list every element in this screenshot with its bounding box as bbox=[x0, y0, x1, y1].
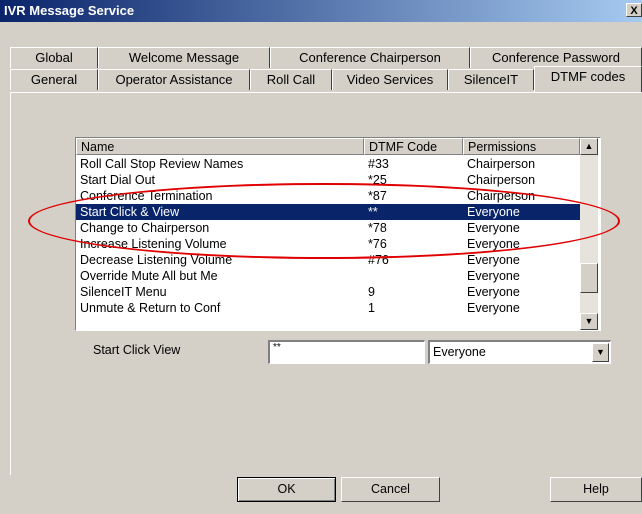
table-row[interactable]: Unmute & Return to Conf 1 Everyone bbox=[76, 300, 580, 316]
scroll-up-button[interactable]: ▲ bbox=[580, 138, 598, 155]
table-row[interactable]: Override Mute All but Me Everyone bbox=[76, 268, 580, 284]
cell-code: 1 bbox=[368, 301, 375, 315]
table-row[interactable]: Start Dial Out *25 Chairperson bbox=[76, 172, 580, 188]
table-row[interactable]: Start Click & View ** Everyone bbox=[76, 204, 580, 220]
cell-code: *87 bbox=[368, 189, 387, 203]
cell-code: 9 bbox=[368, 285, 375, 299]
cell-name: SilenceIT Menu bbox=[80, 285, 167, 299]
permission-select[interactable]: Everyone ▼ bbox=[428, 340, 611, 364]
tab-operator-assistance[interactable]: Operator Assistance bbox=[98, 69, 250, 90]
title-bar: IVR Message Service X bbox=[0, 0, 642, 22]
cell-code: #76 bbox=[368, 253, 389, 267]
tab-global[interactable]: Global bbox=[10, 47, 98, 68]
window-title: IVR Message Service bbox=[4, 3, 135, 18]
selected-item-label: Start Click View bbox=[93, 343, 181, 357]
tab-video-services[interactable]: Video Services bbox=[332, 69, 448, 90]
help-button[interactable]: Help bbox=[550, 477, 642, 502]
permission-select-value: Everyone bbox=[433, 345, 486, 359]
cell-name: Change to Chairperson bbox=[80, 221, 210, 235]
cell-name: Increase Listening Volume bbox=[80, 237, 227, 251]
cell-name: Roll Call Stop Review Names bbox=[80, 157, 244, 171]
tab-roll-call[interactable]: Roll Call bbox=[250, 69, 332, 90]
cell-name: Unmute & Return to Conf bbox=[80, 301, 221, 315]
cell-perm: Everyone bbox=[467, 253, 520, 267]
vertical-scrollbar[interactable]: ▲ ▼ bbox=[580, 138, 598, 330]
cell-name: Override Mute All but Me bbox=[80, 269, 218, 283]
tab-silenceit[interactable]: SilenceIT bbox=[448, 69, 534, 90]
cell-perm: Everyone bbox=[467, 205, 520, 219]
cell-perm: Everyone bbox=[467, 237, 520, 251]
cell-code: *76 bbox=[368, 237, 387, 251]
table-row[interactable]: Decrease Listening Volume #76 Everyone bbox=[76, 252, 580, 268]
table-row[interactable]: SilenceIT Menu 9 Everyone bbox=[76, 284, 580, 300]
cell-name: Conference Termination bbox=[80, 189, 213, 203]
table-row[interactable]: Conference Termination *87 Chairperson bbox=[76, 188, 580, 204]
cell-code: #33 bbox=[368, 157, 389, 171]
cell-perm: Everyone bbox=[467, 285, 520, 299]
chevron-down-icon[interactable]: ▼ bbox=[592, 343, 609, 362]
cell-perm: Chairperson bbox=[467, 157, 536, 171]
table-row[interactable]: Increase Listening Volume *76 Everyone bbox=[76, 236, 580, 252]
cell-perm: Everyone bbox=[467, 301, 520, 315]
cell-code: *25 bbox=[368, 173, 387, 187]
dtmf-code-field[interactable]: ** bbox=[268, 340, 425, 364]
scroll-thumb[interactable] bbox=[580, 263, 598, 293]
cancel-button[interactable]: Cancel bbox=[341, 477, 440, 502]
cell-perm: Chairperson bbox=[467, 189, 536, 203]
scroll-down-button[interactable]: ▼ bbox=[580, 313, 598, 330]
tab-welcome-message[interactable]: Welcome Message bbox=[98, 47, 270, 68]
tab-general[interactable]: General bbox=[10, 69, 98, 90]
close-button[interactable]: X bbox=[626, 3, 642, 17]
cell-name: Start Click & View bbox=[80, 205, 180, 219]
cell-name: Decrease Listening Volume bbox=[80, 253, 233, 267]
table-row[interactable]: Change to Chairperson *78 Everyone bbox=[76, 220, 580, 236]
dtmf-list[interactable]: Name DTMF Code Permissions Roll Call Sto… bbox=[75, 137, 601, 331]
ivr-dialog: IVR Message Service X Global Welcome Mes… bbox=[0, 0, 642, 514]
column-header-name[interactable]: Name bbox=[76, 138, 364, 155]
cell-perm: Chairperson bbox=[467, 173, 536, 187]
tab-dtmf-codes[interactable]: DTMF codes bbox=[534, 66, 642, 93]
cell-code: *78 bbox=[368, 221, 387, 235]
cell-perm: Everyone bbox=[467, 221, 520, 235]
column-header-dtmf-code[interactable]: DTMF Code bbox=[364, 138, 463, 155]
cell-perm: Everyone bbox=[467, 269, 520, 283]
cell-code: ** bbox=[368, 205, 378, 219]
tab-conference-chairperson[interactable]: Conference Chairperson bbox=[270, 47, 470, 68]
ok-button[interactable]: OK bbox=[237, 477, 336, 502]
cell-name: Start Dial Out bbox=[80, 173, 156, 187]
column-header-permissions[interactable]: Permissions bbox=[463, 138, 580, 155]
table-row[interactable]: Roll Call Stop Review Names #33 Chairperso… bbox=[76, 156, 580, 172]
tab-conference-password[interactable]: Conference Password bbox=[470, 47, 642, 68]
